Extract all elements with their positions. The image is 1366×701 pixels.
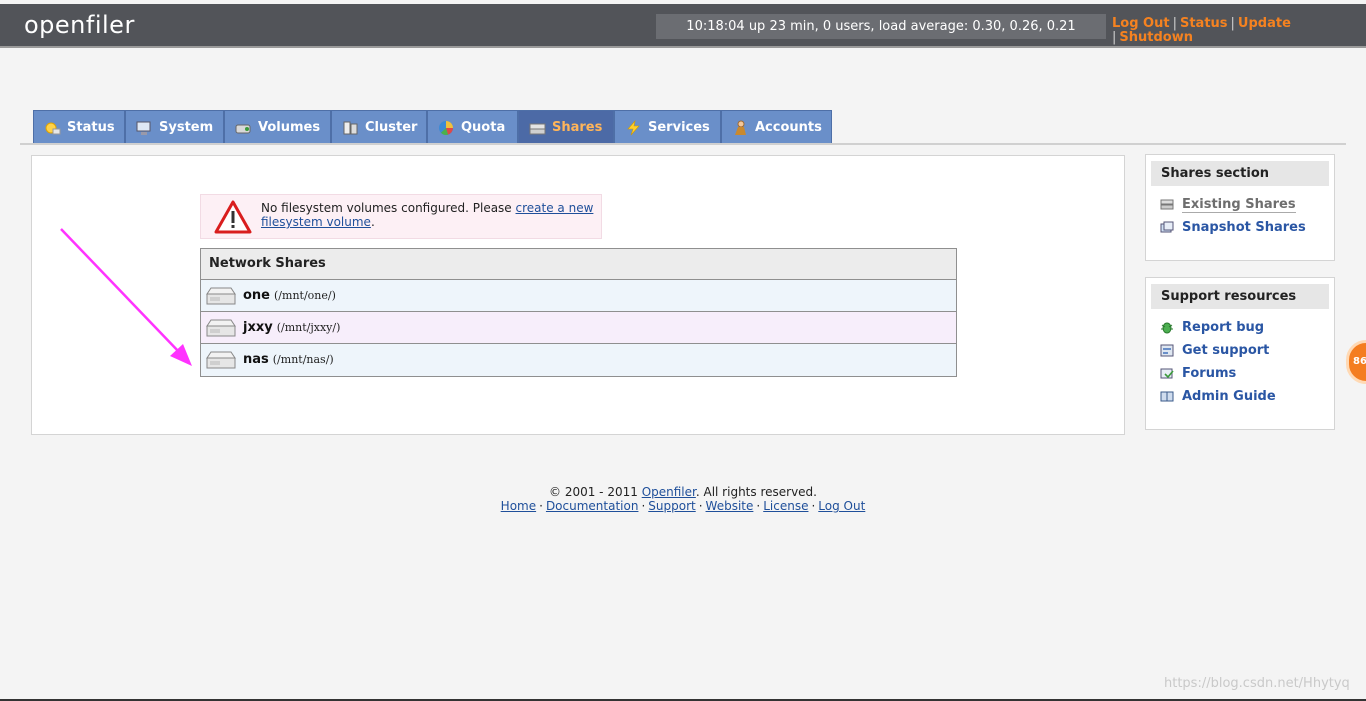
sun-icon [45,122,61,135]
server-icon [1160,199,1174,210]
snapshot-icon [1160,221,1174,233]
computer-icon [136,121,151,135]
tab-status-label: Status [67,120,115,135]
lightning-icon [627,120,640,136]
copyright-suffix: . All rights reserved. [695,485,817,499]
share-drive-icon [206,319,236,337]
top-bar: openfiler 10:18:04 up 23 min, 0 users, l… [0,4,1366,48]
bug-icon [1161,322,1173,334]
share-name[interactable]: jxxy (/mnt/jxxy/) [243,320,340,335]
tab-shares-label: Shares [552,120,603,135]
footer-logout-link[interactable]: Log Out [818,499,865,513]
footer-links: Home · Documentation · Support · Website · Licen… [500,499,866,513]
share-name[interactable]: nas (/mnt/nas/) [243,352,334,367]
status-link[interactable]: Status [1180,16,1228,31]
network-shares-table: Network Shares one (/mnt/one/) jxxy (/mnt/… [200,248,957,377]
share-name-text: one [243,288,271,303]
logout-link[interactable]: Log Out [1112,16,1170,31]
tab-accounts-label: Accounts [755,120,822,135]
top-links: Log Out | Status | Update | Shutdown [1112,16,1291,45]
share-name-text: jxxy [243,320,273,335]
support-resources-title: Support resources [1151,284,1329,309]
sidebar-item-get-support[interactable]: Get support [1160,342,1334,365]
disk-icon [235,124,251,134]
footer-license-link[interactable]: License [763,499,808,513]
share-path: (/mnt/jxxy/) [276,321,341,334]
tab-services[interactable]: Services [614,110,721,144]
shares-section-title: Shares section [1151,161,1329,186]
footer: © 2001 - 2011 Openfiler. All rights rese… [0,485,1366,513]
floating-badge[interactable]: 86 [1346,340,1366,384]
footer-support-link[interactable]: Support [648,499,695,513]
warning-icon [214,200,252,234]
warning-end: . [370,215,375,229]
sidebar-item-admin-guide[interactable]: Admin Guide [1160,388,1334,411]
existing-shares-link[interactable]: Existing Shares [1182,197,1296,213]
share-name[interactable]: one (/mnt/one/) [243,288,336,303]
get-support-link[interactable]: Get support [1182,343,1269,358]
openfiler-link[interactable]: Openfiler [642,485,696,499]
share-row[interactable]: jxxy (/mnt/jxxy/) [201,312,956,344]
footer-documentation-link[interactable]: Documentation [546,499,639,513]
share-path: (/mnt/one/) [274,289,336,302]
tab-status[interactable]: Status [33,110,125,144]
share-drive-icon [206,351,236,369]
watermark: https://blog.csdn.net/Hhytyq [1164,676,1350,691]
shutdown-link[interactable]: Shutdown [1119,30,1193,45]
tab-cluster[interactable]: Cluster [331,110,427,144]
tab-accounts[interactable]: Accounts [721,110,832,144]
tab-quota-label: Quota [461,120,506,135]
update-link[interactable]: Update [1238,16,1291,31]
sidebar-item-existing-shares[interactable]: Existing Shares [1160,196,1334,219]
footer-website-link[interactable]: Website [706,499,754,513]
user-icon [735,120,746,135]
share-row[interactable]: nas (/mnt/nas/) [201,344,956,376]
sidebar-item-forums[interactable]: Forums [1160,365,1334,388]
admin-guide-link[interactable]: Admin Guide [1182,389,1276,404]
annotation-arrow [60,228,192,366]
tab-cluster-label: Cluster [365,120,418,135]
report-bug-link[interactable]: Report bug [1182,320,1264,335]
support-resources-box: Support resources Report bug Get support… [1145,277,1335,430]
network-shares-title: Network Shares [201,249,956,280]
tab-volumes-label: Volumes [258,120,321,135]
openfiler-logo[interactable]: openfiler [24,11,135,39]
share-drive-icon [206,287,236,305]
copyright-prefix: © 2001 - 2011 [549,485,642,499]
warning-message: No filesystem volumes configured. Please… [261,201,596,229]
tab-system[interactable]: System [125,110,224,144]
snapshot-shares-link[interactable]: Snapshot Shares [1182,220,1306,235]
support-icon [1160,344,1174,357]
tab-services-label: Services [648,120,710,135]
tab-system-label: System [159,120,214,135]
uptime-status: 10:18:04 up 23 min, 0 users, load averag… [656,14,1106,39]
tab-divider [20,143,1346,145]
share-name-text: nas [243,352,269,367]
tab-shares[interactable]: Shares [518,110,614,144]
share-path: (/mnt/nas/) [272,353,334,366]
copyright-line: © 2001 - 2011 Openfiler. All rights rese… [0,485,1366,499]
drive-icon [529,123,546,135]
forums-icon [1160,368,1174,379]
sidebar-item-report-bug[interactable]: Report bug [1160,319,1334,342]
warning-text: No filesystem volumes configured. Please [261,201,516,215]
tab-quota[interactable]: Quota [427,110,518,144]
sidebar-item-snapshot-shares[interactable]: Snapshot Shares [1160,219,1334,242]
forums-link[interactable]: Forums [1182,366,1236,381]
tab-volumes[interactable]: Volumes [224,110,331,144]
footer-home-link[interactable]: Home [501,499,536,513]
warning-box: No filesystem volumes configured. Please… [200,194,602,239]
cluster-icon [343,121,358,135]
share-row[interactable]: one (/mnt/one/) [201,280,956,312]
pie-icon [439,121,453,135]
book-icon [1160,391,1174,402]
shares-section-box: Shares section Existing Shares Snapshot … [1145,154,1335,261]
